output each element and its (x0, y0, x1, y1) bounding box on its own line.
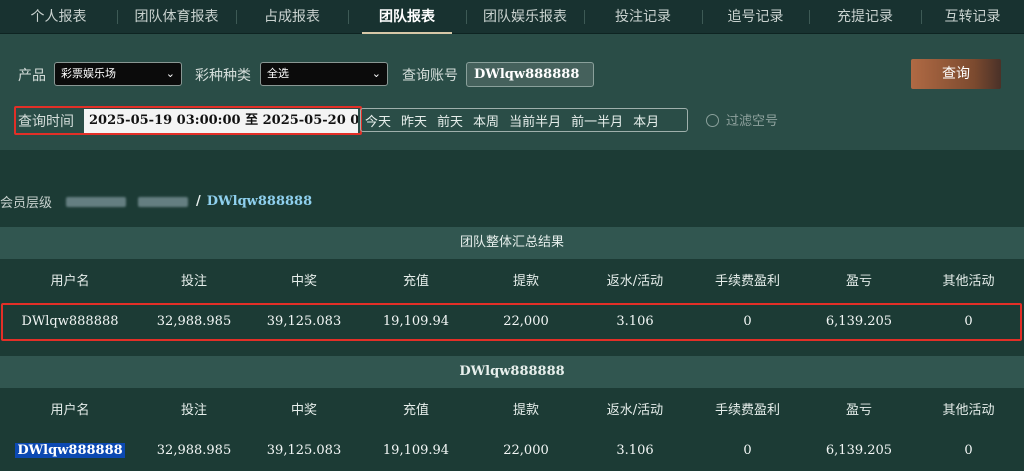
table-cell: DWlqw888888 (21, 314, 119, 329)
table-cell: 3.106 (616, 314, 654, 329)
tab-team-entertainment-report[interactable]: 团队娱乐报表 (466, 0, 584, 34)
product-label: 产品 (18, 68, 46, 84)
time-label: 查询时间 (18, 114, 74, 130)
breadcrumb-separator: / (196, 194, 201, 209)
radio-icon[interactable] (706, 114, 719, 127)
table-cell: 32,988.985 (156, 443, 232, 458)
quick-range-previous-half-month[interactable]: 前一半月 (571, 111, 623, 130)
quick-range-today[interactable]: 今天 (365, 111, 391, 130)
redacted-breadcrumb-item (66, 196, 127, 207)
tab-team-report[interactable]: 团队报表 (348, 0, 466, 34)
detail-title: DWlqw888888 (0, 356, 1024, 388)
username-link[interactable]: DWlqw888888 (15, 443, 125, 458)
table-cell: 19,109.94 (382, 314, 450, 329)
breadcrumb-label: 会员层级 (0, 196, 53, 211)
column-header: 返水/活动 (606, 403, 664, 418)
chevron-down-icon: ⌄ (165, 67, 175, 80)
table-cell: 19,109.94 (382, 443, 450, 458)
table-cell: 6,139.205 (825, 314, 893, 329)
table-cell: 6,139.205 (825, 443, 893, 458)
time-range-input[interactable]: 2025-05-19 03:00:00 至 2025-05-20 03:00:0… (84, 109, 358, 133)
table-cell: 0 (743, 314, 752, 329)
breadcrumb: 会员层级 / DWlqw888888 (0, 192, 312, 211)
lottery-type-select-value: 全选 (267, 67, 289, 80)
column-header: 手续费盈利 (714, 274, 780, 289)
filter-empty-label: 过滤空号 (726, 114, 779, 129)
tab-chase-records[interactable]: 追号记录 (702, 0, 809, 34)
column-header: 盈亏 (845, 403, 872, 418)
column-header: 其他活动 (942, 403, 995, 418)
detail-header-row: 用户名 投注 中奖 充值 提款 返水/活动 手续费盈利 盈亏 其他活动 (0, 392, 1024, 430)
summary-table-row: DWlqw888888 32,988.985 39,125.083 19,109… (0, 305, 1024, 339)
column-header: 充值 (402, 274, 429, 289)
table-cell: 0 (964, 443, 973, 458)
column-header: 其他活动 (942, 274, 995, 289)
tab-deposit-withdraw-records[interactable]: 充提记录 (809, 0, 921, 34)
account-label: 查询账号 (402, 68, 458, 84)
summary-title: 团队整体汇总结果 (0, 227, 1024, 259)
table-cell: 22,000 (503, 443, 549, 458)
query-button[interactable]: 查询 (911, 59, 1001, 89)
table-cell: DWlqw888888 (0, 434, 140, 468)
column-header: 用户名 (50, 274, 90, 289)
quick-range-group: 今天 昨天 前天 本周 当前半月 前一半月 本月 (360, 108, 688, 132)
column-header: 提款 (512, 403, 539, 418)
tab-team-sports-report[interactable]: 团队体育报表 (117, 0, 236, 34)
table-cell: 39,125.083 (266, 443, 342, 458)
tab-share-report[interactable]: 占成报表 (236, 0, 348, 34)
lottery-type-label: 彩种种类 (195, 68, 251, 84)
redacted-breadcrumb-item (138, 196, 189, 207)
column-header: 盈亏 (845, 274, 872, 289)
column-header: 中奖 (290, 274, 317, 289)
table-cell: 0 (743, 443, 752, 458)
table-cell: 0 (964, 314, 973, 329)
tab-personal-report[interactable]: 个人报表 (0, 0, 117, 34)
quick-range-yesterday[interactable]: 昨天 (401, 111, 427, 130)
report-tabs: 个人报表 团队体育报表 占成报表 团队报表 团队娱乐报表 投注记录 追号记录 充… (0, 0, 1024, 34)
account-input[interactable]: DWlqw888888 (466, 62, 594, 87)
table-cell: 22,000 (503, 314, 549, 329)
column-header: 返水/活动 (606, 274, 664, 289)
tab-bet-records[interactable]: 投注记录 (584, 0, 702, 34)
column-header: 中奖 (290, 403, 317, 418)
column-header: 投注 (180, 403, 207, 418)
tab-transfer-records[interactable]: 互转记录 (921, 0, 1024, 34)
product-select[interactable]: 彩票娱乐场 ⌄ (54, 62, 182, 86)
table-cell: 39,125.083 (266, 314, 342, 329)
column-header: 手续费盈利 (714, 403, 780, 418)
table-cell: 3.106 (616, 443, 654, 458)
column-header: 提款 (512, 274, 539, 289)
table-cell: 32,988.985 (156, 314, 232, 329)
detail-table-row: DWlqw888888 32,988.985 39,125.083 19,109… (0, 434, 1024, 468)
chevron-down-icon: ⌄ (371, 67, 381, 80)
filter-panel: 产品 彩票娱乐场 ⌄ 彩种种类 全选 ⌄ 查询账号 DWlqw888888 查询… (0, 34, 1024, 150)
quick-range-day-before[interactable]: 前天 (437, 111, 463, 130)
product-select-value: 彩票娱乐场 (61, 67, 116, 80)
breadcrumb-current[interactable]: DWlqw888888 (207, 194, 312, 209)
column-header: 用户名 (50, 403, 90, 418)
column-header: 投注 (180, 274, 207, 289)
quick-range-this-month[interactable]: 本月 (633, 111, 659, 130)
quick-range-current-half-month[interactable]: 当前半月 (509, 111, 561, 130)
lottery-type-select[interactable]: 全选 ⌄ (260, 62, 388, 86)
summary-header-row: 用户名 投注 中奖 充值 提款 返水/活动 手续费盈利 盈亏 其他活动 (0, 263, 1024, 301)
quick-range-this-week[interactable]: 本周 (473, 111, 499, 130)
column-header: 充值 (402, 403, 429, 418)
